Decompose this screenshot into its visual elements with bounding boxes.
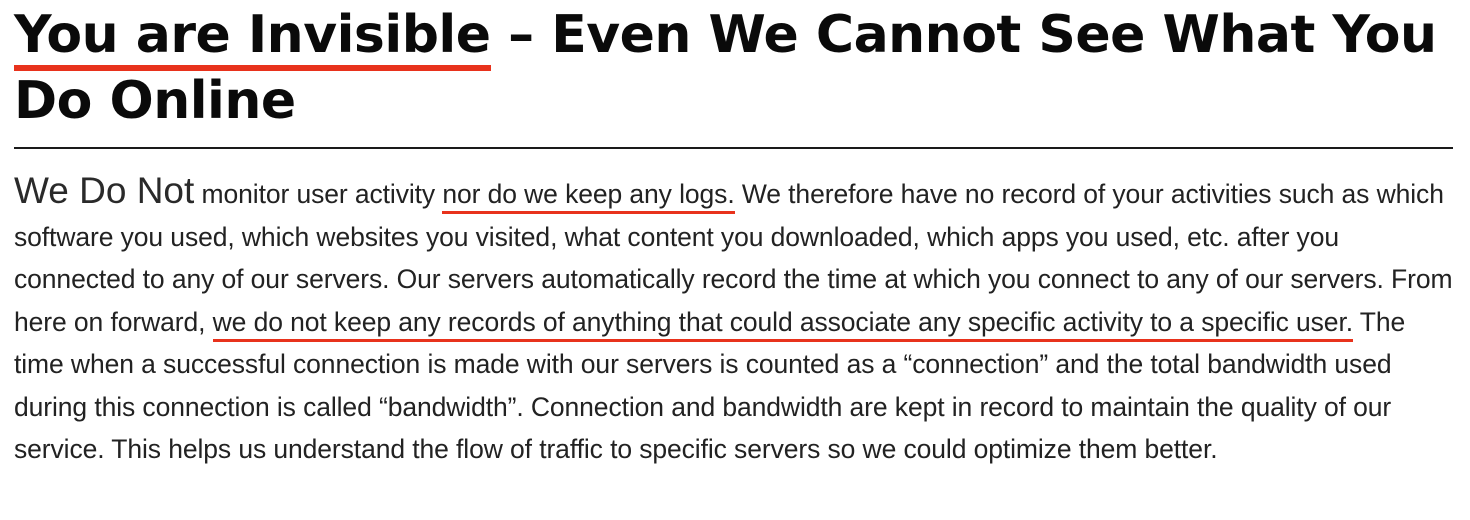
page-title: You are Invisible – Even We Cannot See W… [14,2,1454,134]
paragraph-text-1: monitor user activity [194,179,443,209]
title-divider [14,147,1453,149]
policy-paragraph: We Do Not monitor user activity nor do w… [14,170,1459,471]
lead-phrase: We Do Not [14,170,195,211]
title-highlight: You are Invisible [14,5,491,71]
highlight-no-logs: nor do we keep any logs. [442,179,735,214]
highlight-no-records: we do not keep any records of anything t… [212,306,1353,342]
